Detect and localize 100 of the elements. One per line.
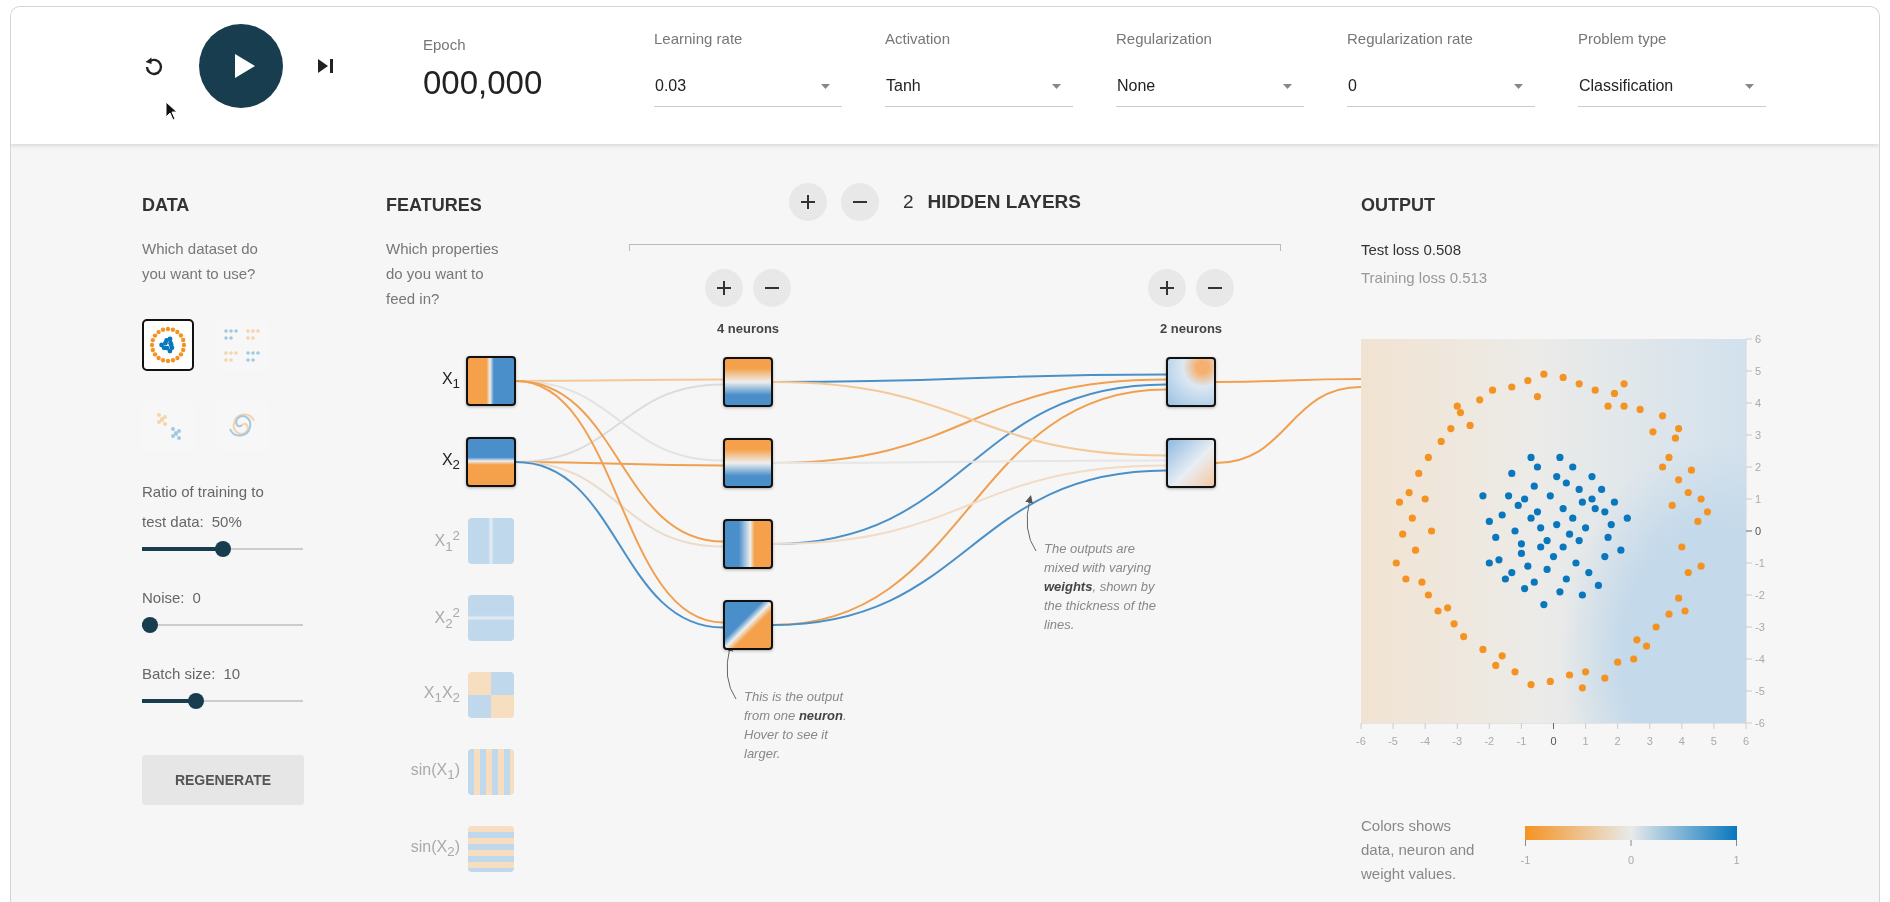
feature-label: sin(X$_{1}$) (409, 761, 460, 783)
legend-text: Colors shows data, neuron and weight values. (1361, 816, 1476, 884)
feature-tile[interactable] (468, 749, 514, 795)
data-point (1620, 402, 1628, 410)
feature-tile[interactable] (468, 826, 514, 872)
feature-tile[interactable] (468, 595, 514, 641)
data-point (1434, 607, 1442, 615)
axis-label: -4 (1755, 653, 1765, 665)
test-loss: Test loss 0.508 (1361, 240, 1463, 260)
data-point (1572, 559, 1580, 567)
data-point (1617, 546, 1625, 554)
slider-thumb[interactable] (214, 541, 231, 557)
data-point (1424, 591, 1432, 599)
dropdown-label: Learning rate (654, 30, 744, 47)
data-point (1479, 645, 1487, 653)
data-point (1675, 476, 1683, 484)
data-point (1511, 527, 1519, 535)
step-icon[interactable] (317, 57, 335, 74)
axis-label: -2 (1484, 735, 1495, 747)
neuron-tile[interactable] (723, 600, 773, 650)
dropdown-label: Problem type (1578, 30, 1668, 47)
section-description: Which properties do you want to feed in? (386, 239, 500, 309)
data-point (1527, 453, 1535, 461)
neuron-tile[interactable] (1166, 438, 1216, 488)
data-point (1415, 469, 1423, 477)
dropdown[interactable]: Tanh (885, 51, 1073, 107)
data-point (1559, 505, 1567, 513)
add-button[interactable] (1148, 269, 1186, 307)
section-heading: HIDDEN LAYERS (927, 191, 1082, 213)
caret-icon (1745, 83, 1754, 89)
data-point (1665, 453, 1673, 461)
dropdown[interactable]: 0.03 (654, 51, 842, 107)
caret-icon (821, 83, 830, 89)
data-point (1508, 383, 1516, 391)
axis-label: -6 (1356, 735, 1366, 747)
data-point (1549, 553, 1558, 561)
axis-label: -1 (1516, 735, 1527, 747)
data-point (1578, 498, 1586, 506)
data-point (1610, 498, 1619, 506)
scale-label: -1 (1520, 854, 1531, 866)
feature-tile[interactable] (468, 672, 514, 718)
data-point (1582, 668, 1590, 676)
axis-label: 0 (1755, 525, 1762, 537)
axis-label: 3 (1755, 429, 1762, 441)
annotation-text: The outputs are mixed with varying weights, shown by the thickness of the lines. (1044, 540, 1156, 634)
feature-tile[interactable] (468, 518, 514, 564)
data-point (1411, 546, 1420, 554)
data-point (1659, 463, 1667, 471)
dataset-thumbnail[interactable] (142, 319, 194, 371)
dropdown[interactable]: 0 (1347, 51, 1535, 107)
data-point (1578, 684, 1586, 692)
data-point (1604, 533, 1612, 541)
slider-label: Ratio of training to test data: 50% (142, 482, 265, 532)
annotation-text: This is the output from one neuron. Hover to see it larger. (744, 688, 848, 763)
data-point (1604, 402, 1612, 410)
data-point (1424, 453, 1432, 461)
data-point (1530, 482, 1538, 490)
slider-thumb[interactable] (142, 617, 158, 633)
feature-label: X$_{2}$ (440, 451, 460, 473)
slider-label: Batch size: 10 (142, 664, 242, 684)
dropdown[interactable]: None (1116, 51, 1304, 107)
data-point (1578, 591, 1586, 599)
axis-label: 6 (1742, 735, 1750, 747)
data-point (1601, 553, 1609, 561)
data-point (1537, 524, 1545, 532)
axis-label: -5 (1755, 685, 1765, 697)
axis-label: 4 (1678, 735, 1685, 747)
data-point (1659, 412, 1667, 420)
data-point (1485, 517, 1493, 525)
epoch-label: Epoch (423, 35, 467, 53)
data-point (1591, 505, 1599, 513)
feature-tile[interactable] (466, 356, 516, 406)
add-button[interactable] (705, 269, 743, 307)
data-point (1437, 437, 1445, 445)
data-point (1508, 469, 1516, 477)
add-button[interactable] (789, 183, 827, 221)
data-point (1511, 668, 1519, 676)
data-point (1575, 485, 1583, 493)
axis-label: 4 (1755, 397, 1762, 409)
data-point (1559, 543, 1567, 551)
dropdown[interactable]: Classification (1578, 51, 1766, 107)
neuron-tile[interactable] (723, 357, 773, 407)
data-point (1601, 674, 1609, 682)
data-point (1668, 501, 1676, 509)
data-point (1614, 658, 1622, 666)
neuron-tile[interactable] (723, 519, 773, 569)
slider-thumb[interactable] (188, 693, 205, 709)
axis-label: 2 (1755, 461, 1762, 473)
data-point (1408, 514, 1416, 522)
neuron-tile[interactable] (723, 438, 773, 488)
data-point (1421, 495, 1429, 503)
section-description: Which dataset do you want to use? (142, 239, 259, 284)
data-point (1556, 588, 1564, 596)
feature-tile[interactable] (466, 437, 516, 487)
epoch-counter: 000,000 (423, 63, 544, 102)
neuron-tile[interactable] (1166, 357, 1216, 407)
data-point (1444, 604, 1452, 612)
regenerate-button[interactable]: REGENERATE (142, 755, 304, 805)
axis-label: 1 (1582, 735, 1589, 747)
data-point (1623, 514, 1631, 522)
